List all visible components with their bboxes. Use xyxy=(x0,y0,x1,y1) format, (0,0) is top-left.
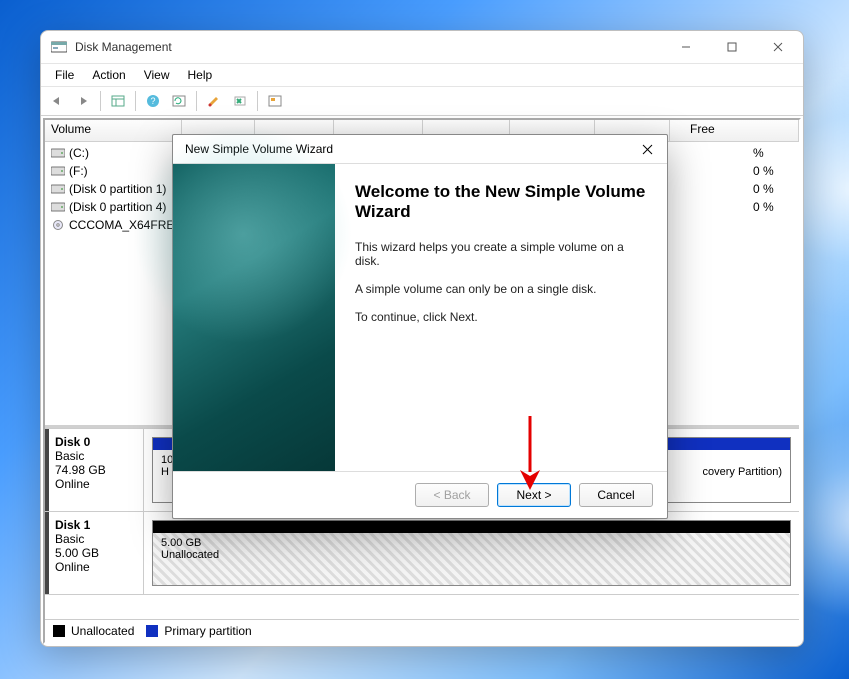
volume-free: 0 % xyxy=(753,164,793,178)
partition-recovery[interactable]: covery Partition) xyxy=(653,437,791,503)
drive-icon xyxy=(51,202,65,212)
wizard-sidebar-graphic xyxy=(173,164,335,471)
disk-status: Online xyxy=(55,560,99,574)
show-hide-button[interactable] xyxy=(106,89,130,113)
refresh-button[interactable] xyxy=(167,89,191,113)
disk-info[interactable]: Disk 0 Basic 74.98 GB Online xyxy=(45,429,144,511)
partition-label: Unallocated xyxy=(161,549,782,561)
wizard-heading: Welcome to the New Simple Volume Wizard xyxy=(355,182,647,222)
drive-icon xyxy=(51,148,65,158)
legend-primary: Primary partition xyxy=(164,624,251,638)
menu-bar: File Action View Help xyxy=(41,64,803,87)
menu-file[interactable]: File xyxy=(47,66,82,84)
menu-view[interactable]: View xyxy=(136,66,178,84)
disk-status: Online xyxy=(55,477,106,491)
volume-free: 0 % xyxy=(753,182,793,196)
settings-button[interactable] xyxy=(263,89,287,113)
app-icon xyxy=(51,40,67,54)
new-simple-volume-wizard: New Simple Volume Wizard Welcome to the … xyxy=(172,134,668,519)
volume-free: 0 % xyxy=(753,200,793,214)
dialog-close-button[interactable] xyxy=(631,137,663,161)
wizard-text: To continue, click Next. xyxy=(355,310,647,324)
window-title: Disk Management xyxy=(75,40,663,54)
partition-size: 5.00 GB xyxy=(161,537,782,549)
disk-size: 5.00 GB xyxy=(55,546,99,560)
disk-name: Disk 1 xyxy=(55,518,99,532)
disk-type: Basic xyxy=(55,532,99,546)
maximize-button[interactable] xyxy=(709,32,755,62)
toolbar: ? xyxy=(41,87,803,116)
next-button[interactable]: Next > xyxy=(497,483,571,507)
legend-swatch-unalloc xyxy=(53,625,65,637)
properties-button[interactable] xyxy=(228,89,252,113)
legend: Unallocated Primary partition xyxy=(45,619,799,642)
back-button: < Back xyxy=(415,483,489,507)
disc-icon xyxy=(51,220,65,230)
disk-type: Basic xyxy=(55,449,106,463)
legend-unalloc: Unallocated xyxy=(71,624,134,638)
legend-swatch-primary xyxy=(146,625,158,637)
forward-button[interactable] xyxy=(71,89,95,113)
drive-icon xyxy=(51,166,65,176)
drive-icon xyxy=(51,184,65,194)
partition-unallocated[interactable]: 5.00 GB Unallocated xyxy=(152,520,791,586)
col-volume[interactable]: Volume xyxy=(45,120,182,141)
disk-size: 74.98 GB xyxy=(55,463,106,477)
disk-row: Disk 1 Basic 5.00 GB Online 5.00 GB Unal… xyxy=(45,512,799,595)
close-button[interactable] xyxy=(755,32,801,62)
disk-info[interactable]: Disk 1 Basic 5.00 GB Online xyxy=(45,512,144,594)
titlebar[interactable]: Disk Management xyxy=(41,31,803,64)
disk-name: Disk 0 xyxy=(55,435,106,449)
menu-help[interactable]: Help xyxy=(180,66,221,84)
menu-action[interactable]: Action xyxy=(84,66,133,84)
volume-free: % xyxy=(753,146,793,160)
cancel-button[interactable]: Cancel xyxy=(579,483,653,507)
wizard-text: This wizard helps you create a simple vo… xyxy=(355,240,647,268)
back-button[interactable] xyxy=(45,89,69,113)
wizard-text: A simple volume can only be on a single … xyxy=(355,282,647,296)
col-free[interactable]: Free xyxy=(670,120,799,141)
svg-text:?: ? xyxy=(150,96,155,106)
minimize-button[interactable] xyxy=(663,32,709,62)
tool-icon[interactable] xyxy=(202,89,226,113)
close-icon xyxy=(642,144,653,155)
help-button[interactable]: ? xyxy=(141,89,165,113)
